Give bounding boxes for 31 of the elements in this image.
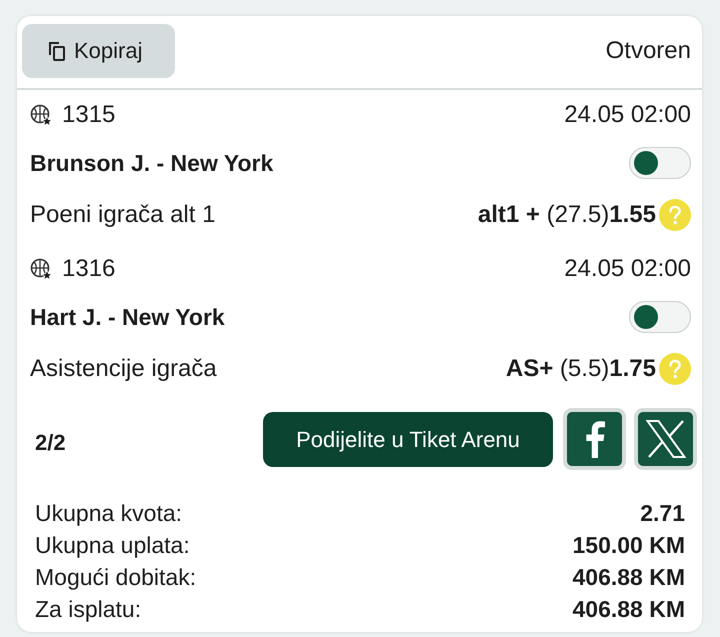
odds-selection: AS+ (5.5)1.75: [506, 355, 656, 383]
x-logo-icon: [646, 420, 686, 458]
summary-value: 2.71: [640, 500, 685, 526]
x-share-button[interactable]: [634, 408, 697, 470]
toggle-switch[interactable]: [629, 301, 691, 333]
market-name: Asistencije igrača: [30, 355, 217, 383]
summary-label: Ukupna kvota:: [35, 500, 182, 526]
facebook-icon: [584, 420, 604, 458]
event-code: 1316: [62, 255, 116, 283]
event-datetime: 24.05 02:00: [564, 255, 691, 283]
facebook-share-button[interactable]: [563, 408, 626, 470]
market-name: Poeni igrača alt 1: [30, 201, 216, 229]
selection-count: 2/2: [35, 430, 66, 456]
ticket-status: Otvoren: [606, 37, 691, 65]
copy-icon: [48, 41, 66, 61]
event-datetime: 24.05 02:00: [564, 101, 691, 129]
summary-label: Ukupna uplata:: [35, 532, 190, 558]
basketball-star-icon: [30, 258, 53, 280]
odds-selection: alt1 + (27.5)1.55: [478, 201, 656, 229]
share-arena-button[interactable]: Podijelite u Tiket Arenu: [263, 412, 553, 467]
summary-label: Za isplatu:: [35, 596, 142, 622]
summary-value: 406.88 KM: [572, 564, 685, 590]
event-code: 1315: [62, 101, 116, 129]
summary-label: Mogući dobitak:: [35, 564, 196, 590]
copy-button[interactable]: Kopiraj: [22, 24, 175, 78]
summary-value: 150.00 KM: [572, 532, 685, 558]
player-name: Brunson J. - New York: [30, 150, 274, 176]
toggle-switch[interactable]: [629, 147, 691, 179]
summary-value: 406.88 KM: [572, 596, 685, 622]
player-name: Hart J. - New York: [30, 304, 225, 330]
basketball-star-icon: [30, 104, 53, 126]
